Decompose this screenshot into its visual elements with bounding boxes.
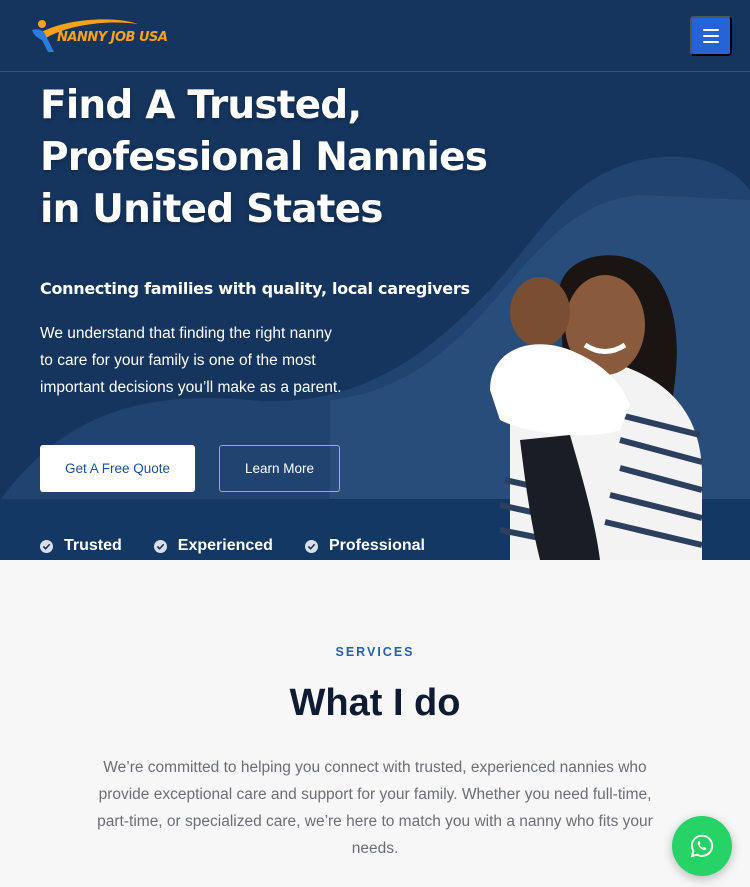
get-free-quote-button[interactable]: Get A Free Quote — [40, 445, 195, 492]
services-description: We’re committed to helping you connect w… — [97, 759, 653, 857]
feature-list: Trusted Experienced Professional — [40, 535, 457, 557]
hero-subtitle: Connecting families with quality, local … — [40, 279, 470, 298]
whatsapp-icon — [690, 834, 714, 858]
services-title: What I do — [289, 682, 461, 724]
site-header: NANNY JOB USA — [0, 0, 750, 72]
feature-label: Professional — [328, 537, 425, 554]
feature-label: Trusted — [64, 537, 122, 554]
mother-with-baby-photo — [490, 255, 703, 560]
hero-title-line: Professional Nannies — [40, 135, 488, 180]
whatsapp-chat-button[interactable] — [672, 816, 732, 876]
feature-label: Experienced — [177, 537, 273, 554]
nanny-job-usa-logo[interactable]: NANNY JOB USA — [20, 16, 168, 56]
feature-trusted: Trusted — [40, 537, 122, 555]
hero-title: Find A Trusted, Professional Nannies in … — [40, 80, 510, 236]
hero-description: We understand that finding the right nan… — [40, 325, 342, 396]
logo-text: NANNY JOB USA — [57, 30, 168, 45]
feature-professional: Professional — [304, 537, 425, 555]
hamburger-menu-button[interactable] — [690, 16, 732, 56]
hero-title-line: Find A Trusted, — [40, 83, 362, 128]
learn-more-button[interactable]: Learn More — [219, 445, 340, 492]
hamburger-menu-icon — [703, 29, 719, 31]
check-circle-icon — [304, 539, 318, 553]
check-circle-icon — [40, 539, 53, 553]
check-circle-icon — [153, 539, 167, 553]
services-eyebrow: SERVICES — [335, 645, 415, 659]
hero-section: NANNY JOB USA Find A Trusted, Profession… — [0, 0, 750, 560]
feature-experienced: Experienced — [153, 537, 273, 555]
hero-title-line: in United States — [40, 187, 383, 232]
